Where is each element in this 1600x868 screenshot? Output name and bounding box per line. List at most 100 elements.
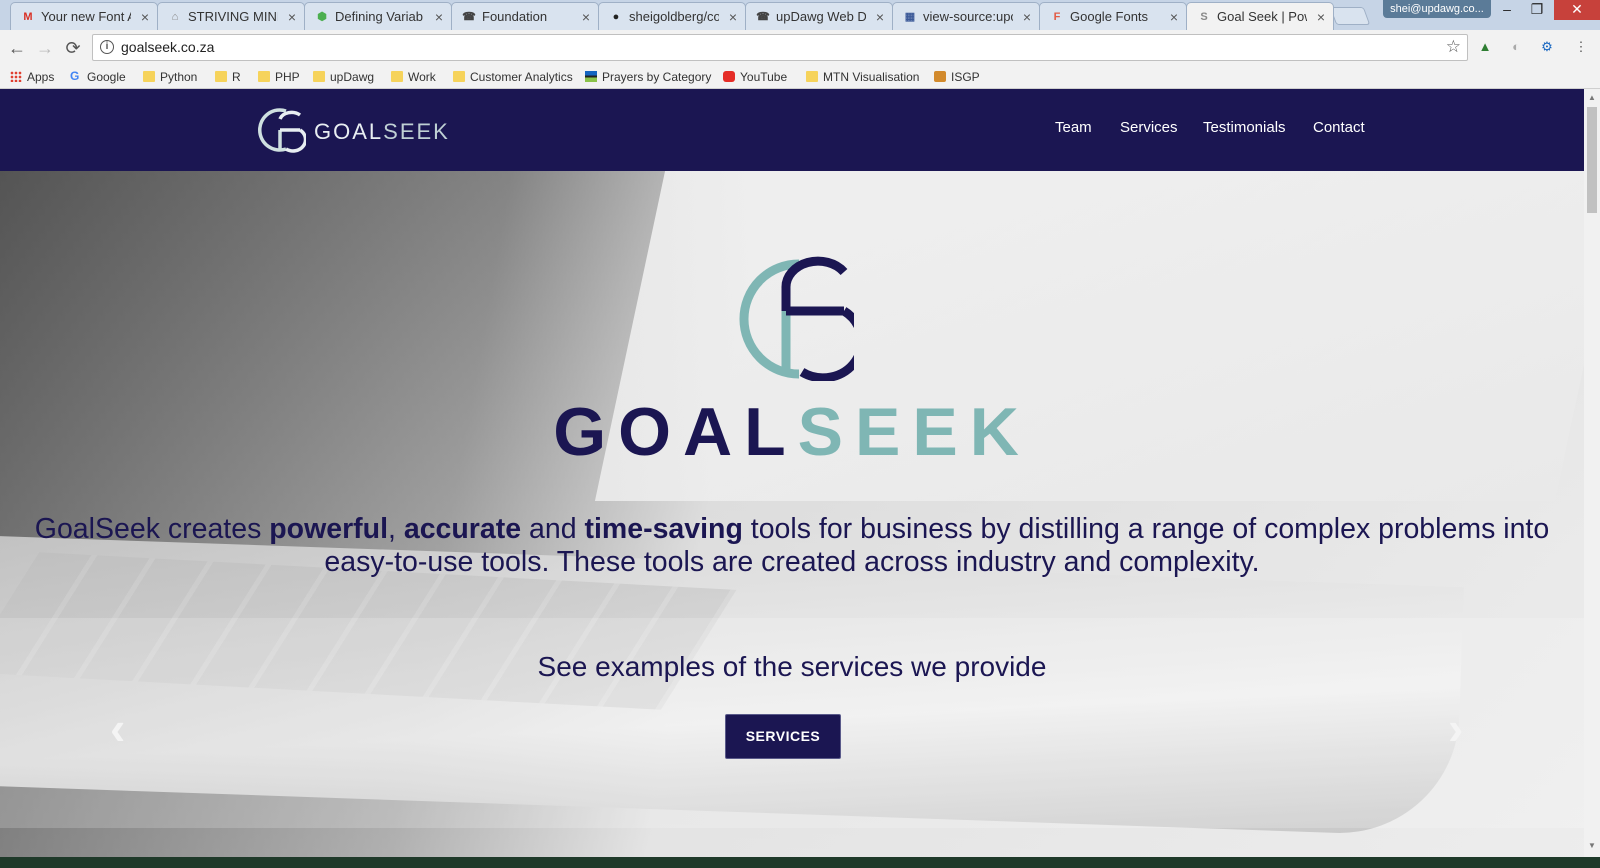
browser-tab[interactable]: ⬢ Defining Variab × xyxy=(304,2,452,30)
folder-icon xyxy=(258,71,270,82)
bookmark-php[interactable]: PHP xyxy=(258,68,300,86)
tab-favicon-icon: S xyxy=(1200,11,1208,23)
tab-close-icon[interactable]: × xyxy=(141,3,149,30)
site-logo[interactable]: GOALSEEK xyxy=(256,105,448,155)
tab-title: Your new Font A xyxy=(41,9,131,24)
browser-tab[interactable]: ▦ view-source:upc × xyxy=(892,2,1040,30)
tab-title: Defining Variab xyxy=(335,9,423,24)
tab-favicon-icon: F xyxy=(1053,11,1061,23)
os-taskbar xyxy=(0,857,1600,868)
tab-close-icon[interactable]: × xyxy=(582,3,590,30)
bookmark-mtn[interactable]: MTN Visualisation xyxy=(806,68,919,86)
scrollbar-thumb[interactable] xyxy=(1587,107,1597,213)
tab-close-icon[interactable]: × xyxy=(1170,3,1178,30)
bookmark-python[interactable]: Python xyxy=(143,68,197,86)
address-bar[interactable]: i goalseek.co.za ☆ xyxy=(92,34,1468,61)
bookmark-apps[interactable]: Apps xyxy=(10,68,54,86)
tab-title: STRIVING MIND xyxy=(188,9,278,24)
tab-title: Google Fonts xyxy=(1070,9,1149,24)
url-text[interactable]: goalseek.co.za xyxy=(121,39,214,55)
tab-favicon-icon: ☎ xyxy=(756,11,770,23)
hero-tagline: GoalSeek creates powerful, accurate and … xyxy=(34,513,1550,578)
folder-icon xyxy=(806,71,818,82)
carousel-next-icon[interactable]: › xyxy=(1448,701,1463,755)
folder-icon xyxy=(453,71,465,82)
bookmark-customer-analytics[interactable]: Customer Analytics xyxy=(453,68,573,86)
site-info-icon[interactable]: i xyxy=(100,40,114,54)
profile-badge[interactable]: shei@updawg.co... xyxy=(1383,0,1491,18)
bookmark-star-icon[interactable]: ☆ xyxy=(1446,37,1461,57)
tab-favicon-icon: M xyxy=(23,11,33,23)
bookmark-youtube[interactable]: YouTube xyxy=(723,68,787,86)
nav-team[interactable]: Team xyxy=(1055,119,1092,136)
browser-toolbar: ← → ⟳ i goalseek.co.za ☆ ▲ ◐ ⚙ ⋮ xyxy=(0,30,1600,65)
bookmarks-bar: Apps G Google Python R PHP upDawg Work C… xyxy=(0,65,1600,89)
browser-menu-icon[interactable]: ⋮ xyxy=(1572,38,1590,56)
extension-gear-icon[interactable]: ⚙ xyxy=(1538,38,1556,56)
hero-wordmark: GOALSEEK xyxy=(553,394,1031,470)
bookmark-google[interactable]: G Google xyxy=(70,68,126,86)
browser-tab[interactable]: ⌂ STRIVING MIND × xyxy=(157,2,305,30)
tab-close-icon[interactable]: × xyxy=(729,3,737,30)
bookmark-r[interactable]: R xyxy=(215,68,241,86)
services-button[interactable]: SERVICES xyxy=(725,714,841,759)
bookmark-isgp[interactable]: ISGP xyxy=(934,68,980,86)
scroll-down-icon[interactable]: ▼ xyxy=(1588,841,1596,850)
browser-tab[interactable]: ● sheigoldberg/co × xyxy=(598,2,746,30)
folder-icon xyxy=(215,71,227,82)
tab-close-icon[interactable]: × xyxy=(1023,3,1031,30)
tab-close-icon[interactable]: × xyxy=(876,3,884,30)
folder-icon xyxy=(391,71,403,82)
isgp-icon xyxy=(934,71,946,82)
extension-chart-icon[interactable]: ▲ xyxy=(1476,38,1494,56)
window-close-button[interactable]: ✕ xyxy=(1554,0,1600,20)
tab-close-icon[interactable]: × xyxy=(1317,3,1325,30)
bookmark-updawg[interactable]: upDawg xyxy=(313,68,374,86)
tab-title: Foundation xyxy=(482,9,548,24)
tab-favicon-icon: ☎ xyxy=(462,11,476,23)
tab-favicon-icon: ● xyxy=(612,11,620,23)
folder-icon xyxy=(143,71,155,82)
new-tab-button[interactable] xyxy=(1329,7,1371,25)
page-scrollbar[interactable]: ▲ ▼ xyxy=(1584,89,1600,857)
browser-tab[interactable]: ☎ Foundation × xyxy=(451,2,599,30)
restore-button[interactable]: ❐ xyxy=(1522,0,1552,20)
back-button[interactable]: ← xyxy=(6,37,28,59)
folder-icon xyxy=(313,71,325,82)
nav-contact[interactable]: Contact xyxy=(1313,119,1365,136)
hero-logo-icon xyxy=(739,256,854,381)
web-page: GOALSEEK Team Services Testimonials Cont… xyxy=(0,89,1584,857)
browser-tab[interactable]: ☎ upDawg Web D × xyxy=(745,2,893,30)
goalseek-logo-icon xyxy=(258,108,306,153)
tab-favicon-icon: ▦ xyxy=(904,11,916,23)
tab-close-icon[interactable]: × xyxy=(288,3,296,30)
youtube-icon xyxy=(723,71,735,82)
nav-services[interactable]: Services xyxy=(1120,119,1178,136)
bookmark-prayers[interactable]: Prayers by Category xyxy=(585,68,711,86)
services-prompt: See examples of the services we provide xyxy=(537,651,1047,682)
minimize-button[interactable]: – xyxy=(1492,0,1522,20)
flag-icon xyxy=(585,71,597,82)
scroll-up-icon[interactable]: ▲ xyxy=(1588,93,1596,102)
bookmark-work[interactable]: Work xyxy=(391,68,436,86)
google-icon: G xyxy=(70,69,80,83)
forward-button[interactable]: → xyxy=(34,37,56,59)
browser-tab[interactable]: F Google Fonts × xyxy=(1039,2,1187,30)
tab-title: upDawg Web D xyxy=(776,9,866,24)
tab-title: Goal Seek | Pow xyxy=(1217,9,1307,24)
reload-button[interactable]: ⟳ xyxy=(62,37,84,59)
tab-close-icon[interactable]: × xyxy=(435,3,443,30)
hero-carousel: GOALSEEK GoalSeek creates powerful, accu… xyxy=(0,171,1584,857)
tab-favicon-icon: ⌂ xyxy=(171,11,179,23)
extension-circle-icon[interactable]: ◐ xyxy=(1507,38,1525,56)
tab-title: view-source:upc xyxy=(923,9,1013,24)
tab-favicon-icon: ⬢ xyxy=(317,11,327,23)
nav-testimonials[interactable]: Testimonials xyxy=(1203,119,1286,136)
carousel-prev-icon[interactable]: ‹ xyxy=(110,701,125,755)
browser-tab-strip: M Your new Font A × ⌂ STRIVING MIND × ⬢ Definin… xyxy=(0,0,1600,30)
browser-tab[interactable]: M Your new Font A × xyxy=(10,2,158,30)
site-header: GOALSEEK Team Services Testimonials Cont… xyxy=(0,89,1584,171)
brand-wordmark: GOALSEEK xyxy=(314,119,450,144)
apps-grid-icon xyxy=(10,71,22,82)
browser-tab[interactable]: S Goal Seek | Pow × xyxy=(1186,2,1334,30)
